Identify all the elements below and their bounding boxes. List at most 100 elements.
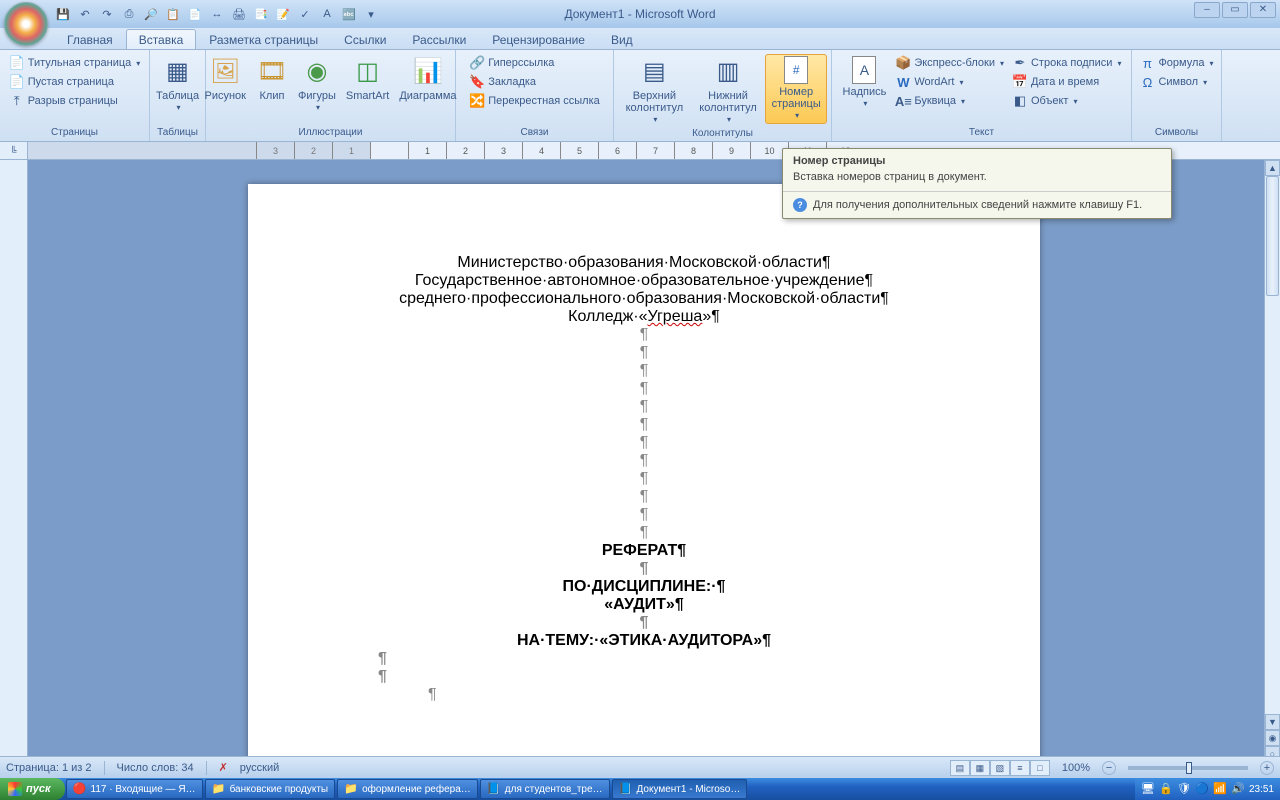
view-buttons: ▤ ▦ ▧ ≡ □: [950, 760, 1050, 776]
full-screen-view[interactable]: ▦: [970, 760, 990, 776]
draft-view[interactable]: □: [1030, 760, 1050, 776]
tray-icon[interactable]: 🖥: [1141, 782, 1155, 796]
zoom-knob[interactable]: [1186, 762, 1192, 774]
app-icon: 🔴: [73, 782, 87, 796]
tooltip-footer: ? Для получения дополнительных сведений …: [783, 191, 1171, 218]
document-page[interactable]: Министерство·образования·Московской·обла…: [248, 184, 1040, 778]
scroll-track[interactable]: [1265, 176, 1280, 714]
smartart-button[interactable]: ◫SmartArt: [342, 54, 393, 104]
signature-line-button[interactable]: ✒Строка подписи▾: [1009, 54, 1124, 72]
qat-button[interactable]: 📋: [164, 5, 182, 23]
equation-icon: π: [1139, 55, 1155, 71]
tooltip-page-number: Номер страницы Вставка номеров страниц в…: [782, 148, 1172, 219]
group-text: AНадпись▾ 📦Экспресс-блоки▾ WWordArt▾ A≡Б…: [832, 50, 1132, 141]
print-layout-view[interactable]: ▤: [950, 760, 970, 776]
chart-button[interactable]: 📊Диаграмма: [395, 54, 460, 104]
ruler-vertical[interactable]: [0, 160, 28, 778]
scroll-thumb[interactable]: [1266, 176, 1279, 296]
taskbar-item[interactable]: 📁банковские продукты: [205, 779, 336, 799]
qat-button[interactable]: 💾: [54, 5, 72, 23]
zoom-level[interactable]: 100%: [1062, 762, 1090, 774]
close-button[interactable]: ✕: [1250, 2, 1276, 18]
status-page[interactable]: Страница: 1 из 2: [6, 762, 92, 774]
doc-line: среднего·профессионального·образования·М…: [348, 290, 940, 308]
zoom-in-button[interactable]: +: [1260, 761, 1274, 775]
chart-icon: 📊: [412, 56, 444, 88]
tray-clock[interactable]: 23:51: [1249, 784, 1274, 795]
qat-button[interactable]: 🔤: [340, 5, 358, 23]
qat-button[interactable]: 🔎: [142, 5, 160, 23]
qat-button[interactable]: ↔: [208, 5, 226, 23]
qat-button[interactable]: 🖨: [230, 5, 248, 23]
zoom-out-button[interactable]: −: [1102, 761, 1116, 775]
equation-button[interactable]: πФормула▾: [1136, 54, 1216, 72]
prev-page-button[interactable]: ◉: [1265, 730, 1280, 746]
qat-button[interactable]: ▾: [362, 5, 380, 23]
scroll-up-button[interactable]: ▲: [1265, 160, 1280, 176]
qat-button[interactable]: ↷: [98, 5, 116, 23]
header-button[interactable]: ▤Верхний колонтитул▾: [618, 54, 691, 128]
textbox-button[interactable]: AНадпись▾: [839, 54, 891, 112]
tray-icon[interactable]: 🔊: [1231, 782, 1245, 796]
tray-icon[interactable]: 🛡: [1177, 782, 1191, 796]
scroll-down-button[interactable]: ▼: [1265, 714, 1280, 730]
shapes-button[interactable]: ◉Фигуры▾: [294, 54, 340, 116]
qat-button[interactable]: ⎙: [120, 5, 138, 23]
page-number-button[interactable]: #Номер страницы▾: [765, 54, 827, 124]
web-layout-view[interactable]: ▧: [990, 760, 1010, 776]
pilcrow: ¶: [348, 434, 940, 452]
chevron-down-icon: ▾: [1203, 78, 1207, 87]
chevron-down-icon: ▾: [961, 97, 965, 106]
taskbar-item[interactable]: 📘Документ1 - Microso…: [612, 779, 748, 799]
minimize-button[interactable]: –: [1194, 2, 1220, 18]
maximize-button[interactable]: ▭: [1222, 2, 1248, 18]
qat-button[interactable]: ✓: [296, 5, 314, 23]
zoom-slider[interactable]: [1128, 766, 1248, 770]
tab-главная[interactable]: Главная: [54, 29, 126, 49]
symbol-button[interactable]: ΩСимвол▾: [1136, 73, 1210, 91]
chevron-down-icon: ▾: [136, 59, 140, 68]
table-button[interactable]: ▦Таблица▾: [152, 54, 203, 116]
tray-icon[interactable]: 🔒: [1159, 782, 1173, 796]
vertical-scrollbar[interactable]: ▲ ▼ ◉ ○ ◉: [1264, 160, 1280, 778]
datetime-button[interactable]: 📅Дата и время: [1009, 73, 1102, 91]
start-button[interactable]: пуск: [0, 778, 65, 800]
footer-button[interactable]: ▥Нижний колонтитул▾: [693, 54, 764, 128]
proofing-icon[interactable]: ✗: [219, 761, 228, 774]
taskbar-item[interactable]: 🔴117 · Входящие — Я…: [66, 779, 203, 799]
tray-icon[interactable]: 🔵: [1195, 782, 1209, 796]
tab-вид[interactable]: Вид: [598, 29, 646, 49]
qat-button[interactable]: A: [318, 5, 336, 23]
tab-ссылки[interactable]: Ссылки: [331, 29, 399, 49]
tab-разметка страницы[interactable]: Разметка страницы: [196, 29, 331, 49]
tab-рецензирование[interactable]: Рецензирование: [479, 29, 598, 49]
tab-вставка[interactable]: Вставка: [126, 29, 197, 49]
tab-рассылки[interactable]: Рассылки: [399, 29, 479, 49]
blank-page-button[interactable]: 📄Пустая страница: [6, 73, 117, 91]
title-page-button[interactable]: 📄Титульная страница▾: [6, 54, 144, 72]
qat-button[interactable]: 📄: [186, 5, 204, 23]
wordart-button[interactable]: WWordArt▾: [892, 73, 966, 91]
qat-button[interactable]: 📑: [252, 5, 270, 23]
title-bar: 💾↶↷⎙🔎📋📄↔🖨📑📝✓A🔤▾ Документ1 - Microsoft Wo…: [0, 0, 1280, 28]
ruler-corner[interactable]: ╚: [0, 142, 28, 159]
taskbar-item[interactable]: 📘для студентов_тре…: [480, 779, 610, 799]
ribbon: 📄Титульная страница▾ 📄Пустая страница ⤒Р…: [0, 50, 1280, 142]
object-button[interactable]: ◧Объект▾: [1009, 92, 1080, 110]
qat-button[interactable]: 📝: [274, 5, 292, 23]
tray-icon[interactable]: 📶: [1213, 782, 1227, 796]
hyperlink-button[interactable]: 🔗Гиперссылка: [466, 54, 557, 72]
office-button[interactable]: [4, 2, 48, 46]
quick-parts-button[interactable]: 📦Экспресс-блоки▾: [892, 54, 1007, 72]
status-language[interactable]: русский: [240, 762, 279, 774]
status-words[interactable]: Число слов: 34: [117, 762, 194, 774]
picture-button[interactable]: 🖼Рисунок: [200, 54, 250, 104]
dropcap-button[interactable]: A≡Буквица▾: [892, 92, 968, 110]
taskbar-item[interactable]: 📁оформление рефера…: [337, 779, 478, 799]
crossref-button[interactable]: 🔀Перекрестная ссылка: [466, 92, 603, 110]
clip-button[interactable]: 🎞Клип: [252, 54, 292, 104]
bookmark-button[interactable]: 🔖Закладка: [466, 73, 539, 91]
qat-button[interactable]: ↶: [76, 5, 94, 23]
page-break-button[interactable]: ⤒Разрыв страницы: [6, 92, 121, 110]
outline-view[interactable]: ≡: [1010, 760, 1030, 776]
